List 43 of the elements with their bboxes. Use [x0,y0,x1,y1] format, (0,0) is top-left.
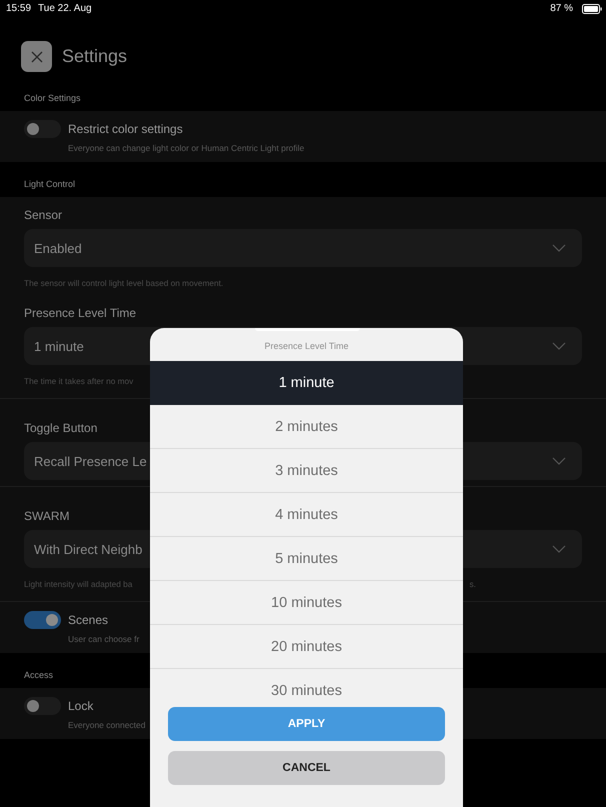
picker-option[interactable]: 3 minutes [150,449,463,493]
chevron-down-icon [552,244,566,252]
setting-label: Sensor [24,208,62,222]
helper-text: The time it takes after no mov [24,376,134,386]
picker-option[interactable]: 4 minutes [150,493,463,537]
section-label: Color Settings [24,93,81,103]
picker-option[interactable]: 20 minutes [150,625,463,669]
picker-option[interactable]: 2 minutes [150,405,463,449]
toggle-switch[interactable] [24,611,61,629]
helper-text: s. [470,579,476,589]
setting-label: Scenes [68,612,110,629]
picker-title: Presence Level Time [264,341,349,351]
section-label: Light Control [24,179,76,189]
setting-description: Everyone connected [68,720,146,730]
status-date: Tue 22. Aug [38,3,92,14]
page-title: Settings [62,46,128,67]
setting-label: Restrict color settings [68,121,184,138]
setting-label: Lock [68,698,94,715]
picker-option[interactable]: 5 minutes [150,537,463,581]
setting-label: Presence Level Time [24,306,136,320]
setting-label: SWARM [24,509,70,523]
setting-description: Everyone can change light color or Human Centric Light profile [68,143,304,153]
picker-option[interactable]: 10 minutes [150,581,463,625]
helper-text: Light intensity will adapted ba [24,579,132,589]
toggle-switch[interactable] [24,697,61,715]
setting-description: User can choose fr [68,634,140,644]
close-icon [30,50,42,62]
chevron-down-icon [552,457,566,465]
status-time: 15:59 [6,3,32,14]
section-label: Access [24,670,54,680]
dropdown-field[interactable]: Enabled [24,229,582,267]
toggle-switch[interactable] [24,120,61,138]
setting-label: Toggle Button [24,421,98,435]
apply-button[interactable]: APPLY [168,707,445,741]
sheet-handle[interactable] [255,328,360,331]
cancel-button[interactable]: CANCEL [168,751,445,785]
helper-text: The sensor will control light level based on movement. [24,278,224,288]
close-button[interactable] [21,41,52,72]
battery-percent: 87 % [550,3,573,14]
battery-icon [582,4,602,14]
chevron-down-icon [552,545,566,553]
picker-option[interactable]: 1 minute [150,361,463,405]
chevron-down-icon [552,342,566,350]
